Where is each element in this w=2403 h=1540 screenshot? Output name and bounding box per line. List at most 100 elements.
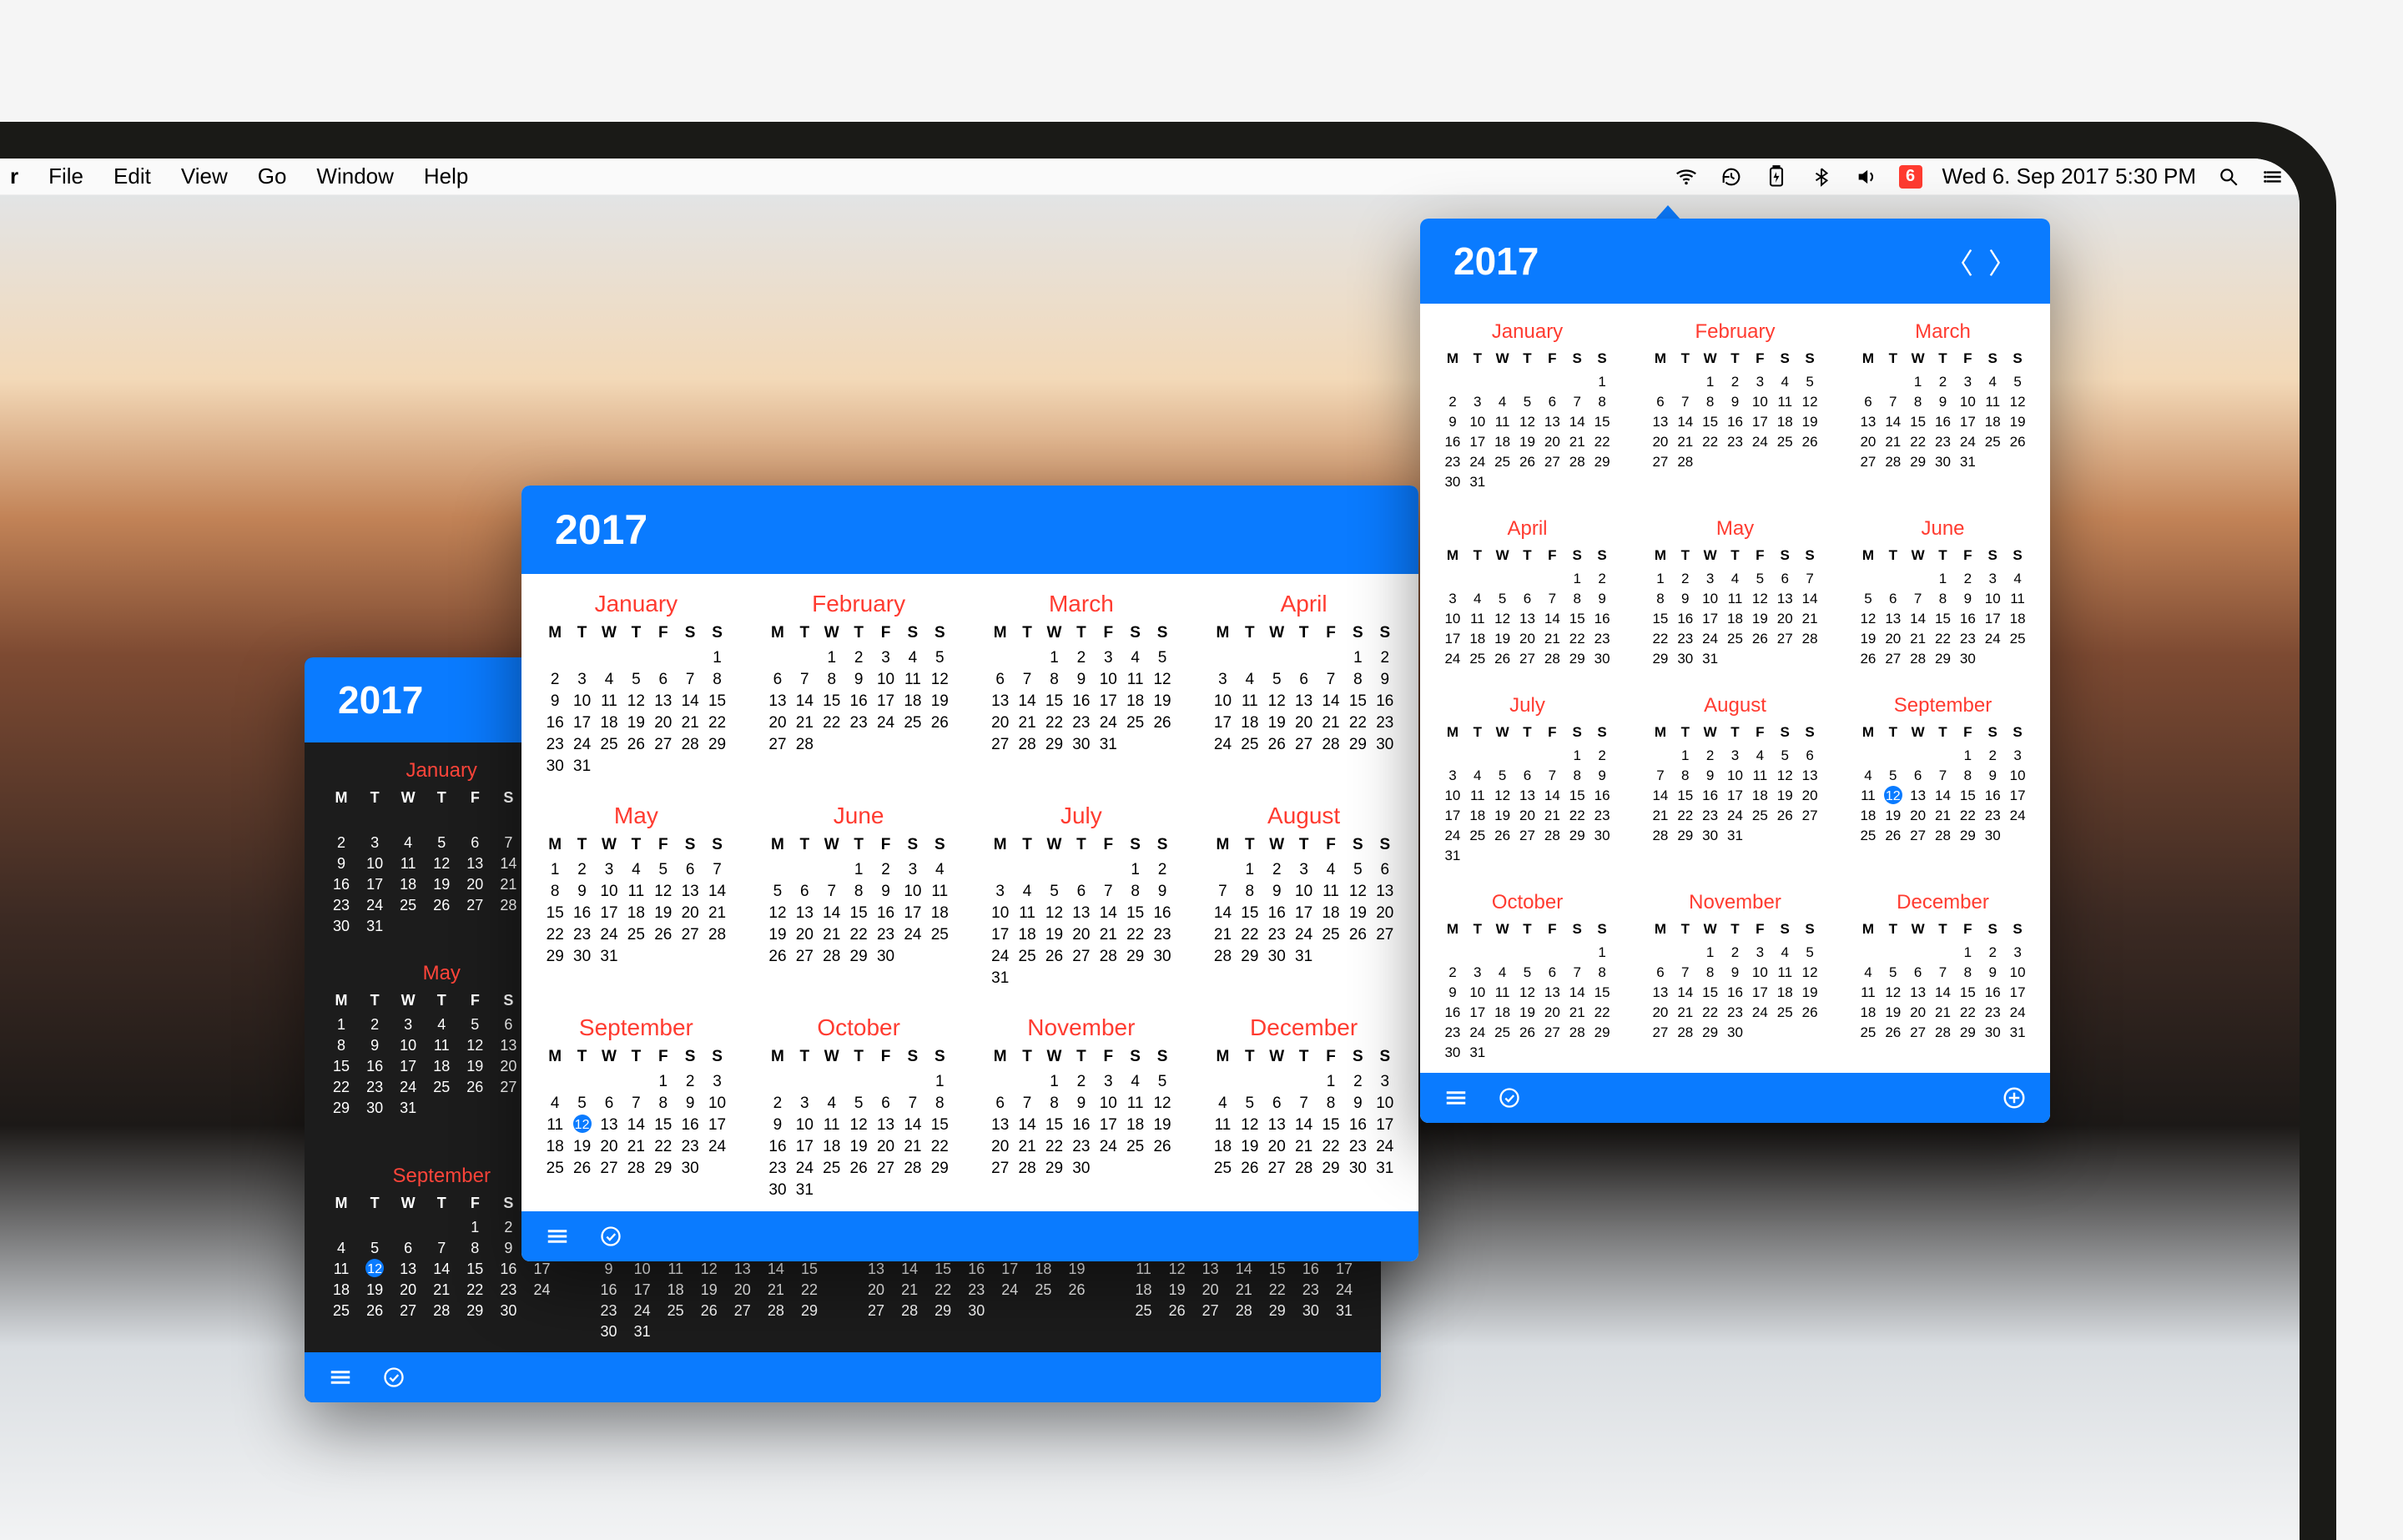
day-cell[interactable]: 22 [1931,629,1956,649]
day-cell[interactable]: 19 [622,712,649,734]
day-cell[interactable]: 17 [1465,432,1490,452]
day-cell[interactable]: 5 [425,833,458,853]
day-cell[interactable]: 17 [1327,1259,1361,1280]
day-cell[interactable]: 12 [693,1259,726,1280]
day-cell[interactable]: 17 [899,903,926,924]
day-cell[interactable]: 8 [1931,589,1956,609]
day-cell[interactable]: 28 [1014,734,1040,756]
day-cell[interactable]: 26 [650,924,677,946]
day-cell[interactable]: 6 [1906,963,1931,983]
day-cell[interactable]: 6 [491,1014,525,1035]
day-cell[interactable]: 4 [1490,392,1515,412]
day-cell[interactable]: 14 [819,903,845,924]
day-cell[interactable]: 8 [1040,1093,1067,1115]
day-cell[interactable]: 10 [1955,392,1980,412]
day-cell[interactable]: 3 [568,669,595,691]
day-cell[interactable]: 8 [1698,963,1723,983]
day-cell[interactable]: 7 [491,833,525,853]
day-cell[interactable]: 17 [1209,712,1236,734]
day-cell[interactable]: 4 [1465,589,1490,609]
day-cell[interactable]: 18 [2005,609,2030,629]
day-cell[interactable] [1539,846,1564,866]
day-cell[interactable]: 23 [1440,452,1465,472]
day-cell[interactable]: 21 [1209,924,1236,946]
day-cell[interactable]: 6 [1539,963,1564,983]
day-cell[interactable]: 31 [2005,1023,2030,1043]
day-cell[interactable]: 24 [525,1280,558,1301]
day-cell[interactable]: 25 [1856,826,1881,846]
bluetooth-icon[interactable] [1809,164,1834,189]
day-cell[interactable]: 22 [1589,1003,1615,1023]
day-cell[interactable]: 27 [987,1158,1014,1180]
day-cell[interactable]: 24 [791,1158,818,1180]
day-cell[interactable] [1014,968,1040,989]
day-cell[interactable]: 1 [926,1071,953,1093]
calendar-menubar-icon[interactable]: 6 [1899,165,1922,189]
day-cell[interactable]: 24 [1372,1136,1398,1158]
day-cell[interactable]: 13 [391,1259,425,1280]
day-cell[interactable]: 24 [1095,712,1121,734]
day-cell[interactable]: 9 [1673,589,1698,609]
day-cell[interactable]: 13 [650,691,677,712]
day-cell[interactable] [1772,1023,1797,1043]
day-cell[interactable]: 5 [1797,372,1822,392]
day-cell[interactable]: 15 [1040,1115,1067,1136]
day-cell[interactable]: 28 [1317,734,1344,756]
day-cell[interactable]: 9 [1723,963,1748,983]
day-cell[interactable]: 2 [1344,1071,1371,1093]
day-cell[interactable]: 16 [542,712,568,734]
day-cell[interactable] [1881,943,1906,963]
day-cell[interactable]: 27 [458,895,491,916]
day-cell[interactable] [1290,647,1317,669]
day-cell[interactable]: 31 [1372,1158,1398,1180]
day-cell[interactable]: 27 [1194,1301,1227,1321]
day-cell[interactable]: 21 [1931,1003,1956,1023]
day-cell[interactable]: 2 [872,859,899,881]
day-cell[interactable]: 9 [1344,1093,1371,1115]
day-cell[interactable]: 10 [1723,766,1748,786]
day-cell[interactable]: 24 [1095,1136,1121,1158]
day-cell[interactable]: 17 [1095,691,1121,712]
day-cell[interactable]: 29 [542,946,568,968]
day-cell[interactable] [1490,746,1515,766]
day-cell[interactable]: 3 [1747,372,1772,392]
day-cell[interactable]: 20 [1906,1003,1931,1023]
day-cell[interactable]: 14 [1797,589,1822,609]
day-cell[interactable]: 3 [1465,963,1490,983]
day-cell[interactable]: 26 [1149,712,1176,734]
day-cell[interactable]: 1 [1931,569,1956,589]
day-cell[interactable]: 10 [2005,963,2030,983]
day-cell[interactable]: 25 [391,895,425,916]
day-cell[interactable] [872,734,899,756]
day-cell[interactable]: 31 [626,1321,659,1342]
day-cell[interactable] [1539,943,1564,963]
day-cell[interactable]: 7 [1014,1093,1040,1115]
day-cell[interactable]: 24 [1698,629,1723,649]
day-cell[interactable]: 5 [2005,372,2030,392]
day-cell[interactable]: 20 [650,712,677,734]
day-cell[interactable]: 23 [1589,806,1615,826]
day-cell[interactable] [1539,1043,1564,1063]
battery-icon[interactable] [1764,164,1789,189]
day-cell[interactable]: 14 [677,691,703,712]
day-cell[interactable]: 4 [1209,1093,1236,1115]
day-cell[interactable] [1539,746,1564,766]
day-cell[interactable]: 20 [1372,903,1398,924]
day-cell[interactable]: 10 [1440,786,1465,806]
day-cell[interactable]: 27 [1515,826,1540,846]
day-cell[interactable]: 25 [1490,1023,1515,1043]
day-cell[interactable]: 3 [1955,372,1980,392]
day-cell[interactable] [596,756,622,778]
day-cell[interactable]: 2 [1955,569,1980,589]
day-cell[interactable]: 4 [1747,746,1772,766]
day-cell[interactable]: 18 [1490,432,1515,452]
day-cell[interactable]: 21 [1564,432,1589,452]
day-cell[interactable]: 25 [1026,1280,1060,1301]
day-cell[interactable] [759,1321,793,1342]
menubar-item-window[interactable]: Window [316,164,393,189]
day-cell[interactable]: 5 [1149,1071,1176,1093]
day-cell[interactable]: 15 [1673,786,1698,806]
day-cell[interactable]: 6 [1068,881,1095,903]
day-cell[interactable]: 23 [1440,1023,1465,1043]
day-cell[interactable]: 14 [491,853,525,874]
